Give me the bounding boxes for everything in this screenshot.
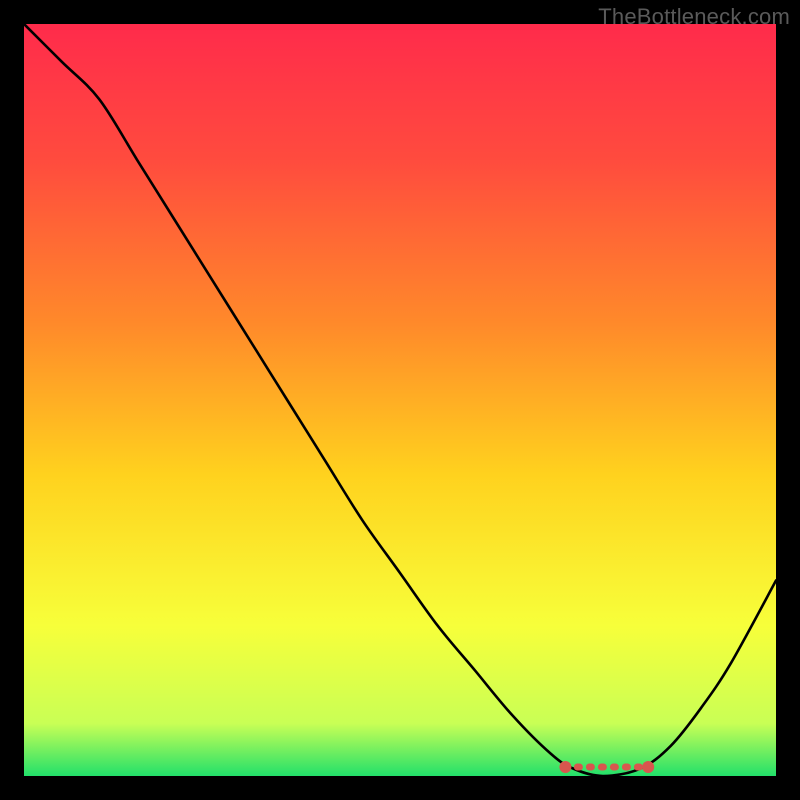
watermark-text: TheBottleneck.com [598,4,790,30]
chart-frame: TheBottleneck.com [0,0,800,800]
gradient-background [24,24,776,776]
bottleneck-chart [24,24,776,776]
